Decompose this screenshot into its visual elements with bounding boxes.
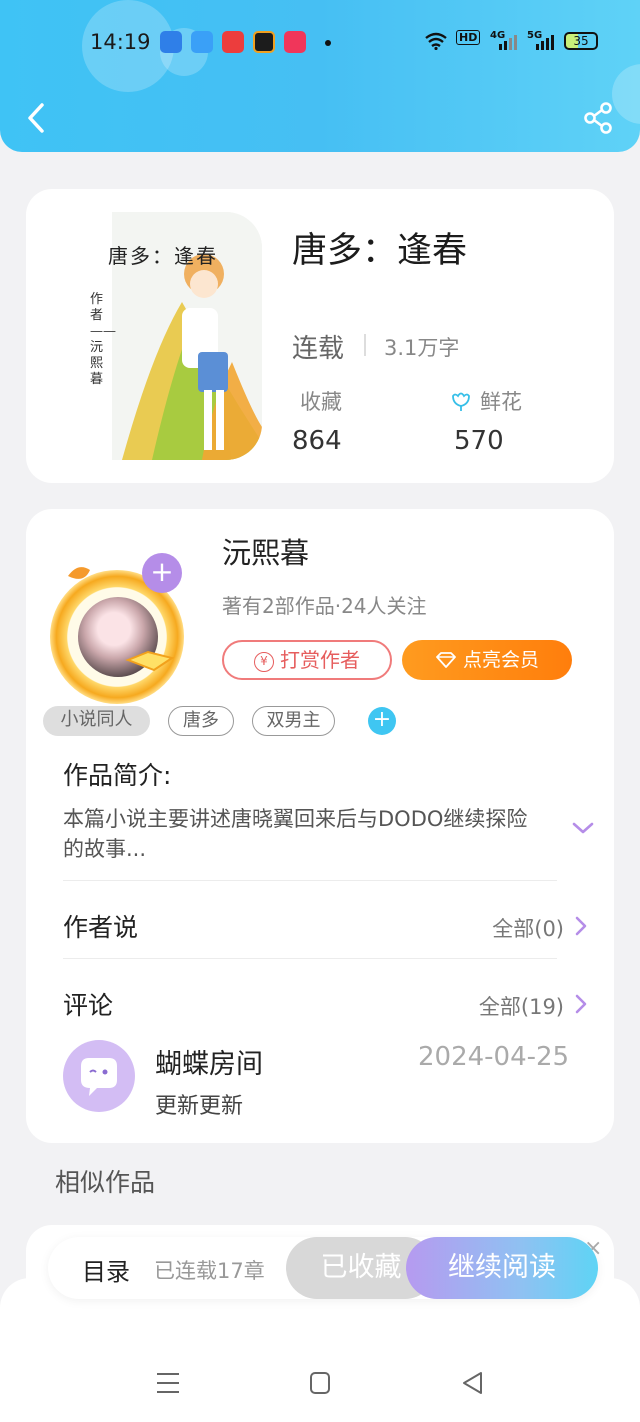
avatar-decoration-icon (68, 567, 90, 579)
chevron-right-icon[interactable] (573, 914, 589, 938)
book-title: 唐多：逢春 (292, 231, 468, 271)
battery-indicator: 35 (564, 32, 598, 50)
word-count: 3.1万字 (384, 336, 460, 360)
diamond-icon (436, 652, 456, 668)
comment-text: 更新更新 (155, 1094, 244, 1119)
author-says-more-link[interactable]: 全部(0) (492, 913, 564, 943)
author-name[interactable]: 沅熙暮 (222, 530, 309, 572)
back-chevron-icon[interactable] (22, 100, 52, 136)
continue-reading-button[interactable]: 继续阅读 (406, 1237, 598, 1299)
notification-app-icon (253, 31, 275, 53)
chapter-count: 已连载17章 (154, 1259, 265, 1283)
signal-icon (499, 35, 517, 50)
tag-chip[interactable]: 小说同人 (43, 706, 150, 736)
notification-app-icon (160, 31, 182, 53)
table-of-contents-button[interactable]: 目录 (82, 1252, 130, 1287)
chevron-right-icon[interactable] (573, 992, 589, 1016)
flowers-count: 570 (454, 426, 504, 456)
cover-title: 唐多：逢春 (108, 244, 218, 268)
header-bar: 14:19 HD 4G 5G 35 (0, 0, 640, 152)
chat-bubble-icon (81, 1058, 117, 1096)
comments-more-link[interactable]: 全部(19) (479, 991, 564, 1021)
intro-title: 作品简介: (63, 761, 172, 790)
favorites-count: 864 (292, 426, 342, 456)
author-stats: 著有2部作品·24人关注 (222, 594, 427, 618)
decor-bubble (612, 64, 640, 124)
author-says-title: 作者说 (63, 913, 139, 942)
tag-chip[interactable]: 双男主 (252, 706, 335, 736)
signal-icon (536, 35, 554, 50)
status-bar: 14:19 HD 4G 5G 35 (0, 26, 640, 62)
notification-app-icon (284, 31, 306, 53)
favorites-label: 收藏 (300, 390, 342, 414)
yen-icon: ¥ (254, 652, 274, 672)
notification-app-icon (191, 31, 213, 53)
more-notifications-dot (325, 40, 331, 46)
divider (63, 880, 557, 881)
expand-chevron-icon[interactable] (570, 818, 596, 838)
bottom-panel (0, 1278, 640, 1422)
menu-icon[interactable] (154, 1370, 182, 1396)
commenter-avatar[interactable] (63, 1040, 135, 1112)
comment-user[interactable]: 蝴蝶房间 (155, 1042, 263, 1081)
tip-author-button[interactable]: ¥ 打赏作者 (222, 640, 392, 680)
comment-date: 2024-04-25 (418, 1042, 570, 1072)
back-triangle-icon[interactable] (459, 1370, 487, 1396)
home-square-icon[interactable] (306, 1370, 334, 1396)
wifi-icon (425, 32, 447, 50)
cover-author: 作者——沅熙暮 (90, 292, 116, 387)
serial-status: 连载 (292, 334, 345, 364)
notification-app-icon (222, 31, 244, 53)
divider (63, 958, 557, 959)
add-tag-button[interactable]: + (368, 707, 396, 735)
hd-indicator: HD (456, 30, 481, 45)
vip-member-label: 点亮会员 (462, 649, 539, 671)
follow-author-button[interactable]: + (142, 553, 182, 593)
vip-member-button[interactable]: 点亮会员 (402, 640, 572, 680)
status-time: 14:19 (90, 30, 151, 54)
similar-works-title: 相似作品 (55, 1168, 156, 1197)
tag-chip[interactable]: 唐多 (168, 706, 234, 736)
tip-author-label: 打赏作者 (280, 648, 360, 672)
flowers-label: 鲜花 (480, 390, 522, 414)
flower-icon (452, 392, 470, 411)
share-icon[interactable] (582, 100, 616, 136)
avatar-decoration-icon (125, 650, 175, 672)
comments-title: 评论 (63, 991, 114, 1020)
intro-text: 本篇小说主要讲述唐晓翼回来后与DODO继续探险的故事... (63, 807, 528, 861)
divider (364, 334, 366, 356)
